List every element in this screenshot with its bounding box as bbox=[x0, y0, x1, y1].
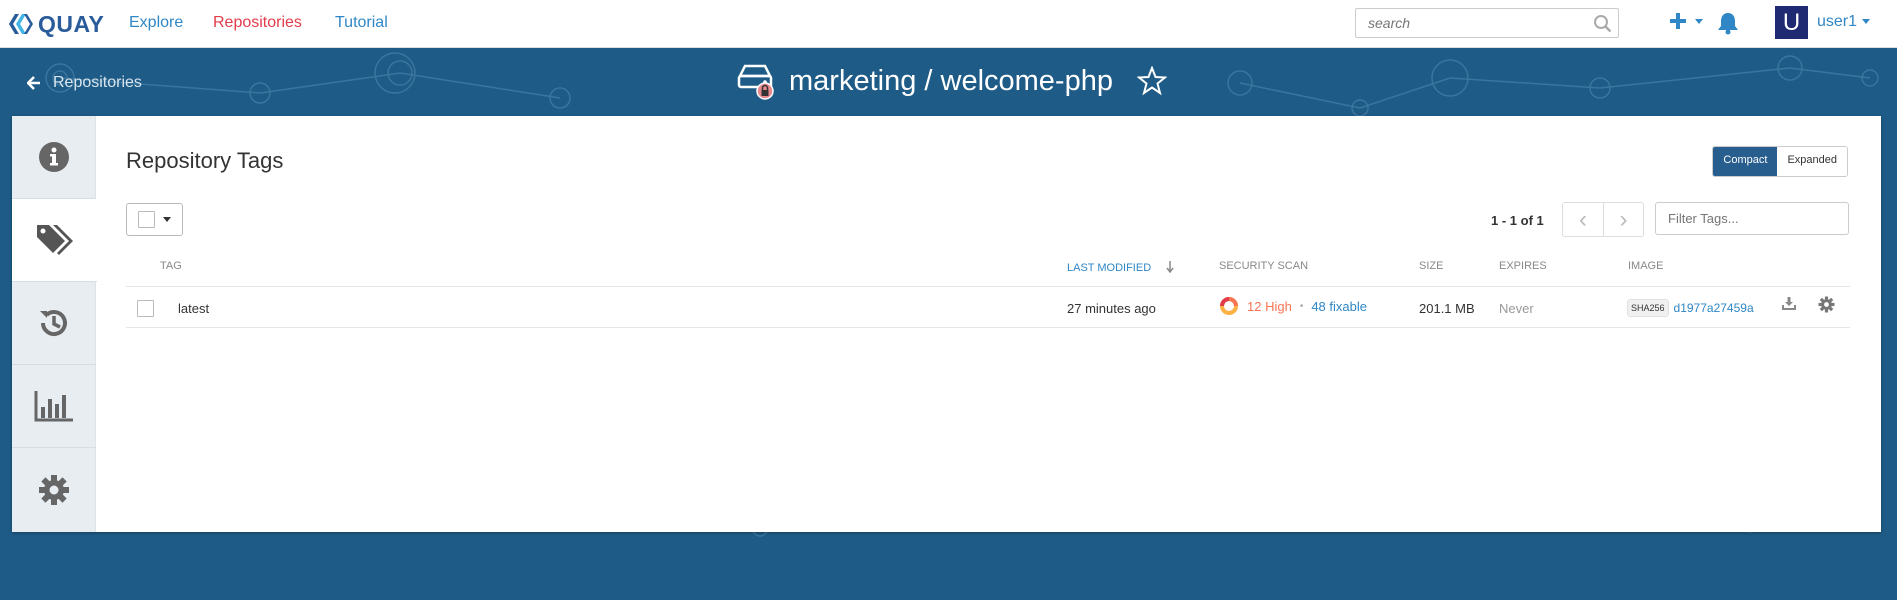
tab-info[interactable] bbox=[12, 116, 96, 199]
arrow-left-icon bbox=[27, 76, 40, 90]
column-expires[interactable]: Expires bbox=[1499, 260, 1547, 272]
column-last-modified-label: Last Modified bbox=[1067, 262, 1152, 274]
quay-logo[interactable]: QUAY bbox=[8, 10, 104, 38]
column-size[interactable]: Size bbox=[1419, 260, 1443, 272]
image-digest: SHA256 d1977a27459a bbox=[1627, 299, 1754, 317]
select-all-dropdown[interactable] bbox=[126, 203, 183, 236]
tag-name[interactable]: latest bbox=[178, 301, 209, 316]
user-menu[interactable]: user1 bbox=[1817, 13, 1871, 31]
pager: ‹ › bbox=[1562, 202, 1644, 237]
tab-tags[interactable] bbox=[12, 199, 97, 282]
history-icon bbox=[40, 310, 67, 337]
plus-icon bbox=[1670, 13, 1686, 29]
high-count[interactable]: 12 High bbox=[1247, 299, 1292, 314]
column-image[interactable]: Image bbox=[1628, 260, 1663, 272]
vulnerability-donut-icon bbox=[1220, 297, 1238, 315]
size-value: 201.1 MB bbox=[1419, 301, 1475, 316]
user-name: user1 bbox=[1817, 13, 1858, 30]
create-new-button[interactable] bbox=[1669, 12, 1703, 30]
fixable-count[interactable]: 48 fixable bbox=[1311, 299, 1367, 314]
avatar[interactable]: U bbox=[1775, 6, 1808, 39]
gear-icon bbox=[39, 474, 69, 505]
page-title: Repository Tags bbox=[126, 148, 284, 173]
nav-explore[interactable]: Explore bbox=[129, 14, 183, 32]
repo-header: marketing / welcome-php bbox=[735, 62, 1167, 100]
expires-value[interactable]: Never bbox=[1499, 301, 1534, 316]
quay-logo-icon bbox=[9, 14, 33, 34]
bar-chart-icon bbox=[34, 391, 73, 422]
bell-icon[interactable] bbox=[1717, 11, 1739, 35]
star-icon[interactable] bbox=[1136, 66, 1167, 96]
search-box bbox=[1355, 8, 1619, 38]
search-icon[interactable] bbox=[1593, 14, 1612, 33]
column-tag[interactable]: Tag bbox=[160, 260, 182, 272]
tab-usage-logs[interactable] bbox=[12, 365, 96, 448]
tab-history[interactable] bbox=[12, 282, 96, 365]
gear-icon[interactable] bbox=[1818, 296, 1835, 313]
repository-panel: Repository Tags Compact Expanded 1 - 1 o… bbox=[12, 116, 1881, 532]
separator-dot: • bbox=[1299, 300, 1304, 312]
download-icon[interactable] bbox=[1782, 296, 1796, 310]
chevron-down-icon bbox=[1862, 19, 1871, 25]
row-divider bbox=[126, 327, 1850, 328]
select-all-checkbox[interactable] bbox=[138, 211, 155, 228]
back-label: Repositories bbox=[53, 74, 142, 91]
logo-text: QUAY bbox=[38, 10, 105, 37]
filter-tags-box bbox=[1655, 202, 1849, 235]
chevron-down-icon bbox=[163, 217, 171, 222]
repo-private-icon bbox=[737, 64, 774, 100]
row-checkbox[interactable] bbox=[137, 300, 154, 317]
sort-down-icon bbox=[1166, 261, 1174, 274]
column-security-scan[interactable]: Security Scan bbox=[1219, 260, 1308, 272]
search-input[interactable] bbox=[1356, 9, 1576, 37]
view-mode-toggle: Compact Expanded bbox=[1712, 146, 1848, 177]
tags-icon bbox=[36, 225, 73, 255]
chevron-down-icon bbox=[1695, 18, 1703, 24]
prev-page-button[interactable]: ‹ bbox=[1563, 203, 1603, 236]
paging-count: 1 - 1 of 1 bbox=[1491, 213, 1544, 228]
expanded-view-button[interactable]: Expanded bbox=[1777, 147, 1847, 176]
nav-tutorial[interactable]: Tutorial bbox=[335, 14, 388, 32]
tab-settings[interactable] bbox=[12, 448, 96, 531]
compact-view-button[interactable]: Compact bbox=[1713, 147, 1778, 176]
digest-link[interactable]: d1977a27459a bbox=[1674, 301, 1754, 315]
info-icon bbox=[39, 142, 69, 172]
column-last-modified[interactable]: Last Modified bbox=[1067, 260, 1174, 274]
header-divider bbox=[126, 286, 1850, 287]
repo-title: marketing / welcome-php bbox=[789, 64, 1113, 97]
last-modified-value: 27 minutes ago bbox=[1067, 301, 1156, 316]
back-to-repositories[interactable]: Repositories bbox=[27, 74, 142, 92]
filter-tags-input[interactable] bbox=[1656, 203, 1836, 234]
nav-repositories[interactable]: Repositories bbox=[213, 14, 302, 32]
sha-badge: SHA256 bbox=[1627, 299, 1669, 317]
side-tabs bbox=[12, 116, 97, 532]
security-scan-result[interactable]: 12 High • 48 fixable bbox=[1219, 296, 1367, 316]
top-navbar: QUAY Explore Repositories Tutorial U use… bbox=[0, 0, 1897, 48]
next-page-button[interactable]: › bbox=[1603, 203, 1643, 236]
tags-content: Repository Tags Compact Expanded 1 - 1 o… bbox=[126, 116, 1881, 532]
